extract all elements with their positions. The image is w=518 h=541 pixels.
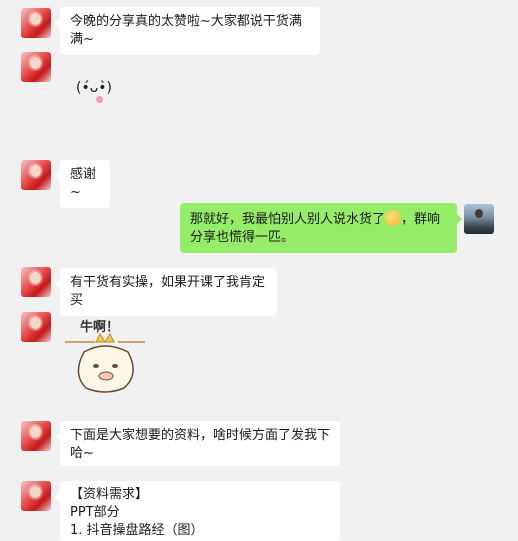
- message-line: 【资料需求】: [70, 487, 149, 502]
- avatar[interactable]: [21, 160, 51, 190]
- message-bubble[interactable]: 感谢~: [55, 160, 110, 208]
- message-line: PPT部分: [70, 505, 120, 520]
- message-text: 今晚的分享真的太赞啦~大家都说干货满满~: [70, 14, 302, 47]
- message-text: 感谢~: [70, 167, 97, 200]
- message-bubble[interactable]: 下面是大家想要的资料，啥时候方面了发我下哈~: [55, 421, 340, 466]
- cow-sticker[interactable]: 牛啊！: [60, 312, 150, 397]
- avatar[interactable]: [21, 267, 51, 297]
- cow-character-icon: [65, 332, 145, 393]
- message-text: 那就好，我最怕别人别人说水货了: [190, 212, 386, 227]
- message-bubble-outgoing[interactable]: 那就好，我最怕别人别人说水货了 ，群响分享也慌得一匹。: [180, 203, 462, 253]
- message-text: 有干货有实操，如果开课了我肯定买: [70, 275, 266, 308]
- avatar[interactable]: [21, 421, 51, 451]
- kaomoji-text: (•́ᴗ•̀): [76, 80, 113, 96]
- avatar[interactable]: [21, 481, 51, 511]
- message-bubble[interactable]: 有干货有实操，如果开课了我肯定买: [55, 268, 277, 316]
- avatar[interactable]: [21, 312, 51, 342]
- message-line: 1. 抖音操盘路经（图）: [70, 523, 204, 538]
- flower-icon: [96, 96, 103, 103]
- avatar-self[interactable]: [464, 204, 494, 234]
- avatar[interactable]: [21, 8, 51, 38]
- message-bubble[interactable]: 【资料需求】 PPT部分 1. 抖音操盘路经（图）: [55, 481, 340, 541]
- avatar[interactable]: [21, 52, 51, 82]
- laughing-face-emoji-icon: [385, 210, 402, 226]
- message-bubble[interactable]: 今晚的分享真的太赞啦~大家都说干货满满~: [55, 7, 320, 55]
- emoji-sticker[interactable]: (•́ᴗ•̀): [76, 80, 122, 110]
- message-text: 下面是大家想要的资料，啥时候方面了发我下哈~: [70, 428, 331, 461]
